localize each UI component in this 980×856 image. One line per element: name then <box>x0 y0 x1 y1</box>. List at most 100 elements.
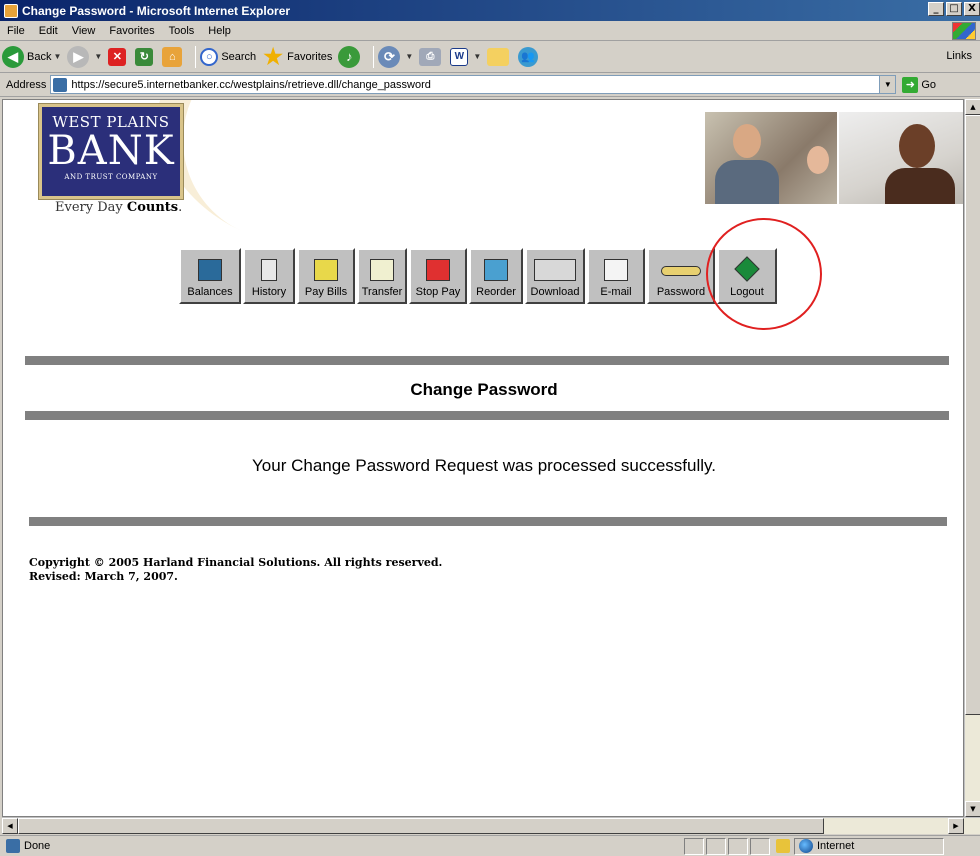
menu-bar: File Edit View Favorites Tools Help <box>0 21 980 41</box>
success-message: Your Change Password Request was process… <box>252 456 716 475</box>
stop-icon: ✕ <box>108 47 127 66</box>
address-input[interactable]: https://secure5.internetbanker.cc/westpl… <box>50 75 897 94</box>
header-photo <box>705 112 963 204</box>
horizontal-scrollbar[interactable]: ◀ ▶ <box>2 817 980 834</box>
forward-button[interactable]: ▶ ▼ <box>67 45 102 68</box>
vertical-scrollbar[interactable]: ▲ ▼ <box>964 99 980 817</box>
balances-icon <box>198 259 222 281</box>
home-button[interactable]: ⌂ <box>162 46 185 67</box>
back-label: Back <box>27 50 52 63</box>
nav-reorder-button[interactable]: Reorder <box>469 248 523 304</box>
windows-logo-icon <box>952 22 976 40</box>
forward-arrow-icon: ▶ <box>67 45 90 68</box>
nav-password-button[interactable]: Password <box>647 248 715 304</box>
minimize-button[interactable]: _ <box>928 2 944 16</box>
go-label: Go <box>921 78 937 91</box>
scroll-down-icon[interactable]: ▼ <box>965 801 980 817</box>
history-dropdown-icon[interactable]: ▼ <box>405 52 413 61</box>
edit-dropdown-icon[interactable]: ▼ <box>473 52 481 61</box>
photo-person <box>715 160 779 204</box>
folder-button[interactable] <box>487 47 512 66</box>
menu-help[interactable]: Help <box>201 25 238 37</box>
search-icon: ○ <box>200 47 219 66</box>
refresh-button[interactable]: ↻ <box>135 47 156 66</box>
nav-label: E-mail <box>600 286 632 298</box>
address-dropdown-icon[interactable]: ▼ <box>879 76 896 93</box>
logo-line2: BANK <box>47 128 175 174</box>
stop-button[interactable]: ✕ <box>108 47 129 66</box>
status-bar: Done Internet <box>0 835 980 856</box>
bank-logo[interactable]: WEST PLAINS BANK AND TRUST COMPANY <box>38 103 184 200</box>
nav-history-button[interactable]: History <box>243 248 295 304</box>
nav-stop-pay-button[interactable]: Stop Pay <box>409 248 467 304</box>
scroll-left-icon[interactable]: ◀ <box>2 818 18 834</box>
menu-favorites[interactable]: Favorites <box>102 25 161 37</box>
ie-app-icon <box>4 3 18 18</box>
favorites-button[interactable]: ★ Favorites <box>262 43 333 69</box>
back-dropdown-icon[interactable]: ▼ <box>53 52 61 61</box>
zone-label: Internet <box>817 840 855 852</box>
address-url[interactable]: https://secure5.internetbanker.cc/westpl… <box>71 79 879 91</box>
download-icon <box>534 259 576 281</box>
logout-highlight-circle <box>706 218 822 330</box>
back-arrow-icon: ◀ <box>2 45 24 68</box>
scroll-up-icon[interactable]: ▲ <box>965 99 980 115</box>
favorites-label: Favorites <box>287 50 333 63</box>
revised-date: Revised: March 7, 2007. <box>29 570 178 583</box>
nav-email-button[interactable]: E-mail <box>587 248 645 304</box>
horizontal-scroll-thumb[interactable] <box>18 818 824 834</box>
window-title-bar: Change Password - Microsoft Internet Exp… <box>0 0 980 21</box>
bank-tagline: Every Day Counts. <box>55 200 182 215</box>
nav-balances-button[interactable]: Balances <box>179 248 241 304</box>
email-icon <box>604 259 628 281</box>
security-zone[interactable]: Internet <box>794 837 944 855</box>
messenger-icon: 👥 <box>518 46 539 67</box>
messenger-button[interactable]: 👥 <box>518 46 541 67</box>
print-button[interactable]: ⎙ <box>419 47 444 66</box>
bank-page: WEST PLAINS BANK AND TRUST COMPANY Every… <box>3 100 963 816</box>
page-status-icon <box>6 839 20 853</box>
vertical-scroll-thumb[interactable] <box>965 115 980 715</box>
edit-button[interactable]: W ▼ <box>450 47 481 66</box>
favorites-star-icon: ★ <box>263 43 284 69</box>
links-button[interactable]: Links <box>946 50 972 62</box>
nav-pay-bills-button[interactable]: Pay Bills <box>297 248 355 304</box>
scroll-right-icon[interactable]: ▶ <box>948 818 964 834</box>
key-icon <box>661 266 701 276</box>
media-button[interactable]: ♪ <box>338 45 363 68</box>
nav-label: Password <box>656 286 706 298</box>
media-icon: ♪ <box>338 45 361 68</box>
toolbar-separator <box>373 45 375 68</box>
nav-download-button[interactable]: Download <box>525 248 585 304</box>
go-button[interactable]: ➜ Go <box>902 76 937 93</box>
menu-edit[interactable]: Edit <box>32 25 65 37</box>
copyright-text: Copyright © 2005 Harland Financial Solut… <box>29 556 443 569</box>
divider-bottom <box>29 517 947 526</box>
close-button[interactable]: X <box>964 2 980 16</box>
nav-label: Reorder <box>476 286 516 298</box>
page-viewport: WEST PLAINS BANK AND TRUST COMPANY Every… <box>2 99 964 817</box>
back-button[interactable]: ◀ Back ▼ <box>2 45 61 68</box>
toolbar: ◀ Back ▼ ▶ ▼ ✕ ↻ ⌂ ○ Search ★ Favorites … <box>0 41 980 73</box>
window-title: Change Password - Microsoft Internet Exp… <box>22 3 291 18</box>
nav-label: Transfer <box>361 286 403 298</box>
menu-file[interactable]: File <box>0 25 32 37</box>
search-button[interactable]: ○ Search <box>200 47 257 66</box>
menu-view[interactable]: View <box>65 25 103 37</box>
reorder-icon <box>484 259 508 281</box>
photo-person <box>885 168 955 204</box>
page-heading: Change Password <box>410 380 558 399</box>
menu-tools[interactable]: Tools <box>162 25 202 37</box>
forward-dropdown-icon[interactable]: ▼ <box>94 52 102 61</box>
history-icon <box>261 259 277 281</box>
secure-lock-icon[interactable] <box>776 839 790 853</box>
history-button[interactable]: ⟳ ▼ <box>378 45 413 68</box>
status-pane <box>706 837 726 855</box>
address-label: Address <box>6 78 47 91</box>
search-label: Search <box>221 50 257 63</box>
divider-mid <box>25 411 949 420</box>
status-text: Done <box>24 840 51 852</box>
maximize-button[interactable]: □ <box>946 2 962 16</box>
nav-transfer-button[interactable]: Transfer <box>357 248 407 304</box>
nav-label: History <box>251 286 287 298</box>
